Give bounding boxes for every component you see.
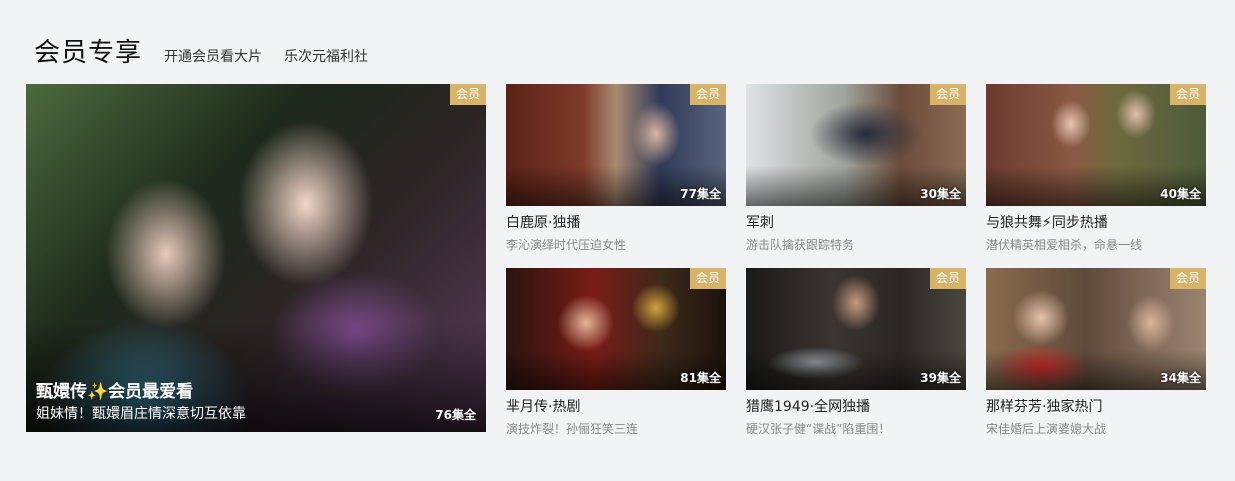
open-membership-link[interactable]: 开通会员看大片 — [164, 46, 262, 66]
video-title[interactable]: 白鹿原·独播 — [506, 212, 726, 232]
episode-count: 77集全 — [680, 187, 721, 201]
video-description: 宋佳婚后上演婆媳大战 — [986, 422, 1107, 436]
vip-badge: 会员 — [1170, 268, 1206, 289]
episode-count: 30集全 — [920, 187, 961, 201]
video-card-yulanggongwu[interactable]: 会员 40集全 与狼共舞⚡同步热播 潜伏精英相爱相杀，命悬一线 — [986, 84, 1206, 253]
video-card-nayangfenfang[interactable]: 会员 34集全 那样芬芳·独家热门 宋佳婚后上演婆媳大战 — [986, 268, 1206, 437]
video-description: 演技炸裂！孙俪狂笑三连 — [506, 422, 639, 436]
vip-badge: 会员 — [930, 268, 966, 289]
episode-count: 81集全 — [680, 371, 721, 385]
video-thumbnail[interactable]: 会员 34集全 — [986, 268, 1206, 390]
vip-badge: 会员 — [690, 84, 726, 105]
episode-count: 76集全 — [435, 408, 476, 422]
video-thumbnail[interactable]: 会员 77集全 — [506, 84, 726, 206]
video-description: 潜伏精英相爱相杀，命悬一线 — [986, 238, 1143, 252]
featured-card[interactable]: 会员 甄嬛传✨会员最爱看 姐妹情！甄嬛眉庄情深意切互依靠 76集全 — [26, 84, 486, 432]
video-card-lieying1949[interactable]: 会员 39集全 猎鹰1949·全网独播 硬汉张子健“谍战”陷重围！ — [746, 268, 966, 437]
vip-badge: 会员 — [930, 84, 966, 105]
featured-subtitle: 姐妹情！甄嬛眉庄情深意切互依靠 — [36, 406, 246, 422]
video-card-miyuezhuan[interactable]: 会员 81集全 芈月传·热剧 演技炸裂！孙俪狂笑三连 — [506, 268, 726, 437]
video-thumbnail[interactable]: 会员 39集全 — [746, 268, 966, 390]
video-description: 游击队擒获跟踪特务 — [746, 238, 855, 252]
vip-badge: 会员 — [690, 268, 726, 289]
vip-badge: 会员 — [450, 84, 486, 105]
video-title[interactable]: 与狼共舞⚡同步热播 — [986, 212, 1206, 232]
video-card-junci[interactable]: 会员 30集全 军刺 游击队擒获跟踪特务 — [746, 84, 966, 253]
video-thumbnail[interactable]: 会员 40集全 — [986, 84, 1206, 206]
video-title[interactable]: 那样芬芳·独家热门 — [986, 396, 1206, 416]
episode-count: 34集全 — [1160, 371, 1201, 385]
vip-badge: 会员 — [1170, 84, 1206, 105]
video-title[interactable]: 芈月传·热剧 — [506, 396, 726, 416]
section-title: 会员专享 — [34, 38, 143, 68]
video-description: 硬汉张子健“谍战”陷重围！ — [746, 422, 891, 436]
featured-title: 甄嬛传✨会员最爱看 — [36, 382, 194, 402]
video-thumbnail[interactable]: 会员 30集全 — [746, 84, 966, 206]
video-title[interactable]: 军刺 — [746, 212, 966, 232]
episode-count: 40集全 — [1160, 187, 1201, 201]
welfare-club-link[interactable]: 乐次元福利社 — [284, 46, 368, 66]
video-title[interactable]: 猎鹰1949·全网独播 — [746, 396, 966, 416]
video-card-bailuyuan[interactable]: 会员 77集全 白鹿原·独播 李沁演绎时代压迫女性 — [506, 84, 726, 253]
video-thumbnail[interactable]: 会员 81集全 — [506, 268, 726, 390]
video-description: 李沁演绎时代压迫女性 — [506, 238, 627, 252]
episode-count: 39集全 — [920, 371, 961, 385]
section-header: 会员专享 开通会员看大片 乐次元福利社 — [34, 32, 368, 69]
